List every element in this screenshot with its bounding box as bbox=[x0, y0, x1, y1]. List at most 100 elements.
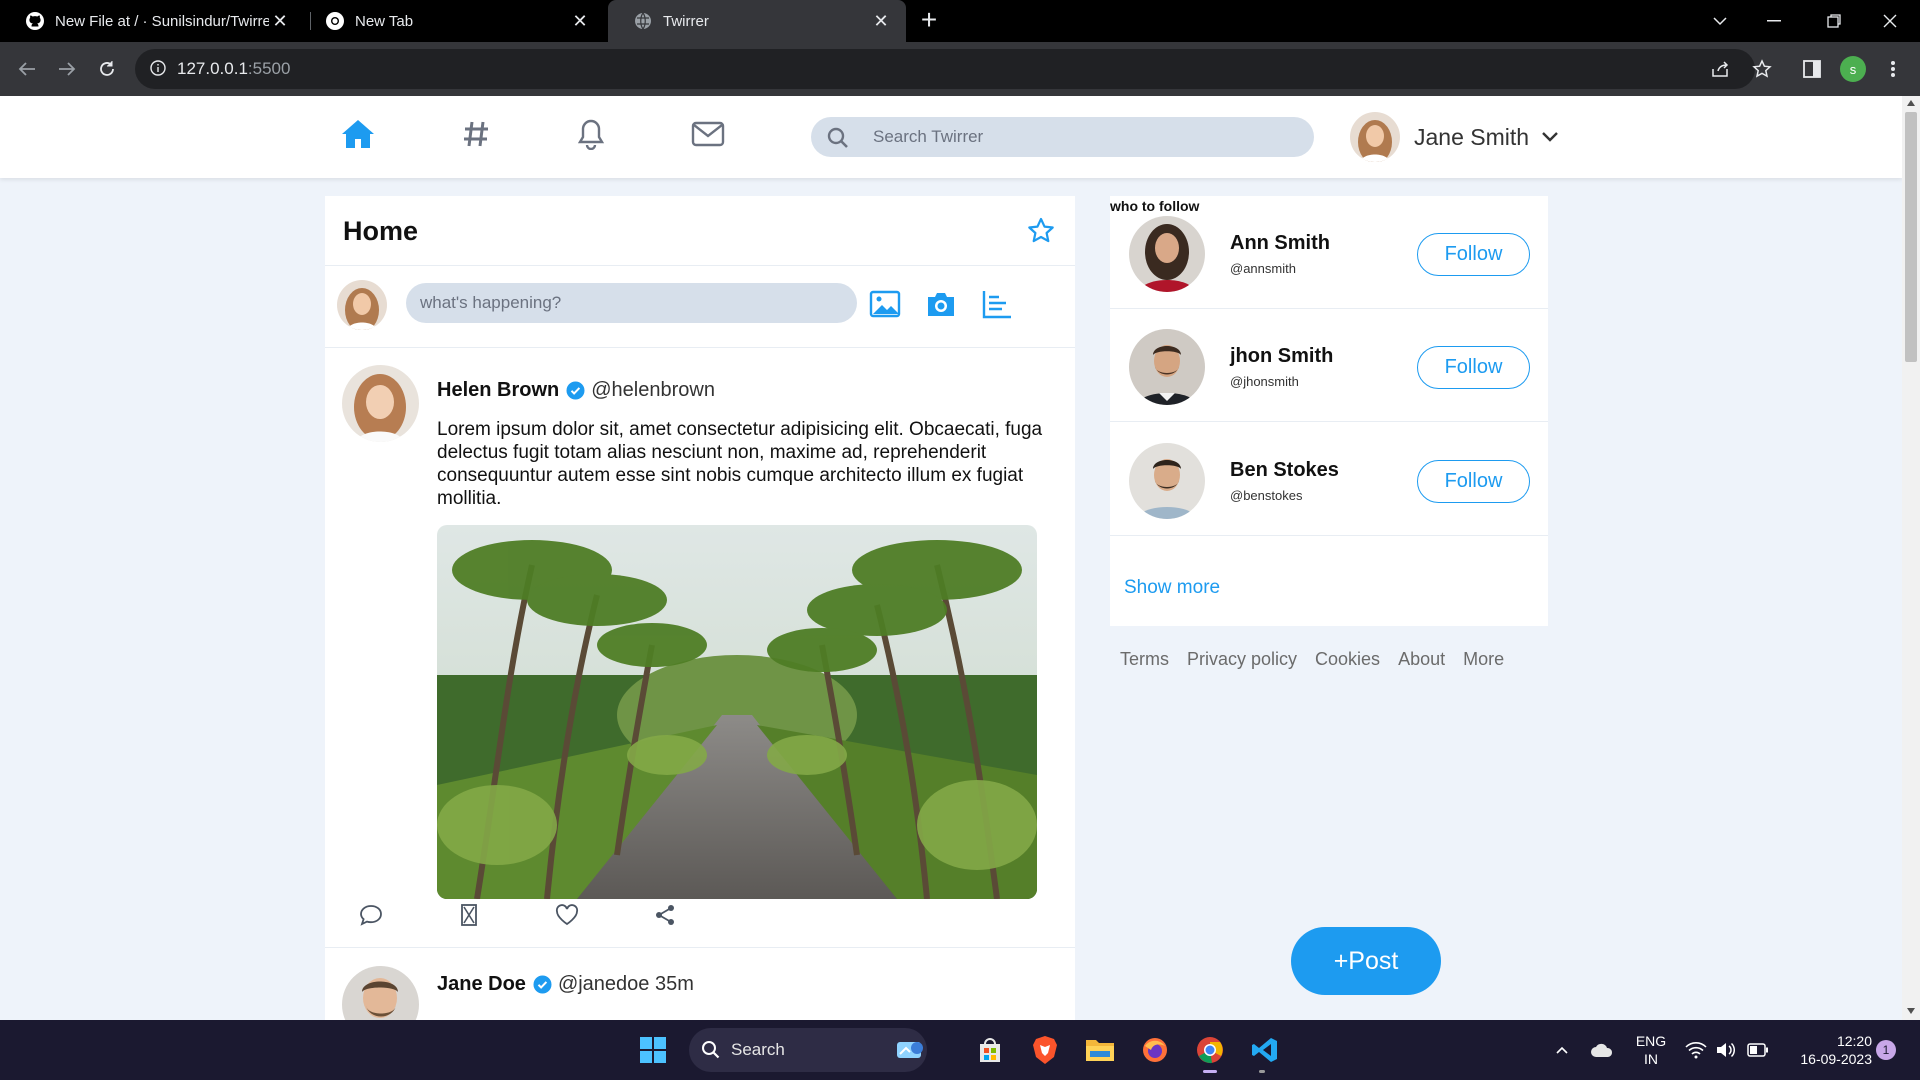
battery-icon[interactable] bbox=[1742, 1034, 1774, 1066]
tab-twirrer[interactable]: Twirrer ✕ bbox=[608, 0, 906, 42]
show-more-link[interactable]: Show more bbox=[1124, 577, 1220, 599]
close-icon[interactable]: ✕ bbox=[269, 10, 291, 32]
chevron-up-icon[interactable] bbox=[1546, 1034, 1578, 1066]
footer-link-cookies[interactable]: Cookies bbox=[1315, 649, 1380, 670]
tab-new-tab[interactable]: New Tab ✕ bbox=[300, 0, 605, 42]
search-input[interactable] bbox=[873, 117, 1293, 157]
post-button[interactable]: +Post bbox=[1291, 927, 1441, 995]
tweet-action-share[interactable] bbox=[653, 903, 677, 927]
follow-button[interactable]: Follow bbox=[1417, 233, 1530, 276]
kebab-menu-icon[interactable] bbox=[1878, 54, 1908, 84]
avatar[interactable] bbox=[342, 966, 419, 1020]
who-to-follow-panel: who to follow Ann Smith @annsmith Follow… bbox=[1110, 196, 1548, 626]
follow-button[interactable]: Follow bbox=[1417, 346, 1530, 389]
volume-icon[interactable] bbox=[1710, 1034, 1742, 1066]
forward-arrow-icon[interactable] bbox=[52, 54, 82, 84]
verified-badge-icon bbox=[566, 381, 585, 400]
user-menu[interactable]: Jane Smith bbox=[1350, 112, 1559, 162]
firefox-icon[interactable] bbox=[1139, 1034, 1171, 1066]
follow-button[interactable]: Follow bbox=[1417, 460, 1530, 503]
microsoft-store-icon[interactable] bbox=[974, 1034, 1006, 1066]
scroll-up-arrow-icon[interactable] bbox=[1907, 100, 1915, 106]
bell-icon[interactable] bbox=[571, 114, 611, 154]
wifi-icon[interactable] bbox=[1680, 1034, 1712, 1066]
tweet-author-name[interactable]: Helen Brown bbox=[437, 379, 559, 402]
onedrive-cloud-icon[interactable] bbox=[1586, 1034, 1618, 1066]
new-tab-plus-icon[interactable]: + bbox=[914, 6, 944, 36]
footer-link-more[interactable]: More bbox=[1463, 649, 1504, 670]
scrollbar-thumb[interactable] bbox=[1905, 112, 1917, 362]
avatar[interactable] bbox=[1129, 443, 1205, 519]
tweet-author-handle[interactable]: @helenbrown bbox=[591, 379, 715, 402]
suggested-user-name[interactable]: jhon Smith bbox=[1230, 345, 1333, 368]
camera-icon[interactable] bbox=[923, 286, 959, 322]
scroll-down-arrow-icon[interactable] bbox=[1907, 1008, 1915, 1014]
vscode-icon[interactable] bbox=[1249, 1034, 1281, 1066]
taskbar-search[interactable]: Search bbox=[689, 1028, 927, 1072]
language-indicator[interactable]: ENG IN bbox=[1634, 1032, 1668, 1068]
avatar[interactable] bbox=[1129, 329, 1205, 405]
hourglass-icon bbox=[461, 904, 477, 926]
suggested-user-handle: @annsmith bbox=[1230, 261, 1296, 276]
suggested-user-name[interactable]: Ben Stokes bbox=[1230, 459, 1339, 482]
language-code: ENG bbox=[1635, 1033, 1667, 1049]
close-icon[interactable]: ✕ bbox=[569, 10, 591, 32]
tweet-image[interactable] bbox=[437, 525, 1037, 899]
follow-suggestion: jhon Smith @jhonsmith Follow bbox=[1110, 309, 1548, 422]
globe-icon bbox=[633, 11, 653, 31]
tab-search-chevron-icon[interactable] bbox=[1696, 0, 1744, 42]
compose-input[interactable] bbox=[406, 283, 857, 323]
side-panel-icon[interactable] bbox=[1797, 54, 1827, 84]
region-code: IN bbox=[1644, 1051, 1658, 1067]
avatar bbox=[337, 280, 387, 330]
page-viewport: Jane Smith Home bbox=[0, 96, 1920, 1020]
tweet-action-retweet[interactable] bbox=[457, 903, 481, 927]
image-icon[interactable] bbox=[867, 286, 903, 322]
mail-icon[interactable] bbox=[688, 114, 728, 154]
profile-avatar[interactable]: s bbox=[1840, 56, 1866, 82]
avatar bbox=[1350, 112, 1400, 162]
tweet-author-handle[interactable]: @janedoe 35m bbox=[558, 973, 694, 996]
reload-icon[interactable] bbox=[92, 54, 122, 84]
tweet-composer bbox=[325, 266, 1075, 348]
tweet-author-name[interactable]: Jane Doe bbox=[437, 973, 526, 996]
share-icon[interactable] bbox=[1706, 54, 1736, 84]
page-scrollbar[interactable] bbox=[1902, 96, 1920, 1020]
verified-badge-icon bbox=[533, 975, 552, 994]
close-icon[interactable]: ✕ bbox=[870, 10, 892, 32]
windows-start-icon[interactable] bbox=[637, 1034, 669, 1066]
file-explorer-icon[interactable] bbox=[1084, 1034, 1116, 1066]
clock-time: 12:20 bbox=[1836, 1033, 1872, 1049]
star-icon[interactable] bbox=[1027, 217, 1055, 250]
tweet-action-comment[interactable] bbox=[359, 903, 383, 927]
close-window-icon[interactable] bbox=[1866, 0, 1914, 42]
tweet-header: Jane Doe @janedoe 35m bbox=[437, 973, 694, 996]
tweet-card: Helen Brown @helenbrown Lorem ipsum dolo… bbox=[325, 348, 1075, 948]
footer-link-about[interactable]: About bbox=[1398, 649, 1445, 670]
home-icon[interactable] bbox=[338, 114, 378, 154]
suggested-user-name[interactable]: Ann Smith bbox=[1230, 232, 1330, 255]
tab-github[interactable]: New File at / · Sunilsindur/Twirrer ✕ bbox=[0, 0, 305, 42]
avatar[interactable] bbox=[342, 365, 419, 442]
minimize-icon[interactable] bbox=[1750, 0, 1798, 42]
avatar[interactable] bbox=[1129, 216, 1205, 292]
follow-suggestion: Ben Stokes @benstokes Follow bbox=[1110, 423, 1548, 536]
back-arrow-icon[interactable] bbox=[12, 54, 42, 84]
site-info-icon[interactable] bbox=[149, 59, 169, 79]
chrome-icon[interactable] bbox=[1194, 1034, 1226, 1066]
system-clock[interactable]: 12:20 16-09-2023 bbox=[1786, 1032, 1872, 1068]
chrome-icon bbox=[325, 11, 345, 31]
taskbar-search-label: Search bbox=[731, 1040, 785, 1059]
brave-browser-icon[interactable] bbox=[1029, 1034, 1061, 1066]
poll-icon[interactable] bbox=[979, 286, 1015, 322]
restore-icon[interactable] bbox=[1810, 0, 1858, 42]
address-bar[interactable]: 127.0.0.1:5500 bbox=[135, 49, 1755, 89]
browser-toolbar: 127.0.0.1:5500 s bbox=[0, 42, 1920, 96]
footer-link-terms[interactable]: Terms bbox=[1120, 649, 1169, 670]
open-app-indicator bbox=[1259, 1070, 1265, 1073]
hashtag-icon[interactable] bbox=[456, 114, 496, 154]
footer-link-privacy[interactable]: Privacy policy bbox=[1187, 649, 1297, 670]
notification-badge[interactable]: 1 bbox=[1876, 1040, 1896, 1060]
tweet-action-like[interactable] bbox=[555, 903, 579, 927]
bookmark-star-icon[interactable] bbox=[1747, 54, 1777, 84]
